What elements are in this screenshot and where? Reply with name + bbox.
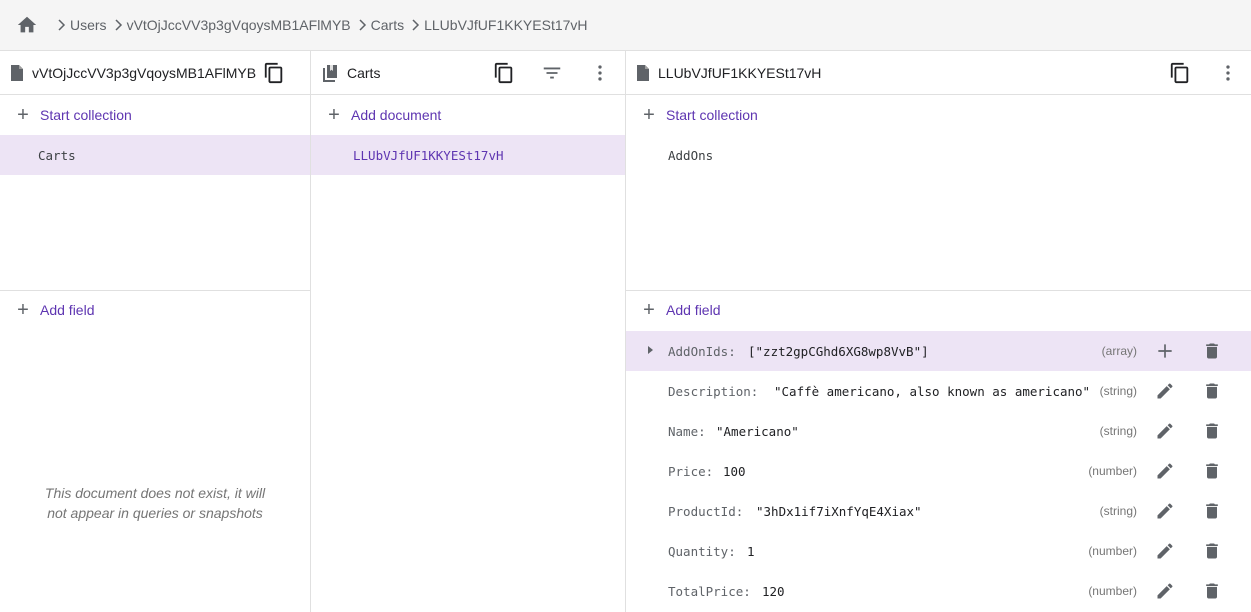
- add-field-button[interactable]: + Add field: [0, 290, 310, 330]
- copy-icon[interactable]: [252, 51, 296, 95]
- field-value: "Caffè americano, also known as american…: [774, 383, 1091, 399]
- copy-icon[interactable]: [1158, 51, 1202, 95]
- start-collection-button[interactable]: + Start collection: [0, 95, 310, 135]
- carts-collection-panel: Carts + Add document LLUbVJfUF1KKYESt17v…: [311, 51, 626, 612]
- field-row-totalprice[interactable]: TotalPrice: 120 (number): [626, 571, 1251, 611]
- breadcrumb-users[interactable]: Users: [70, 17, 107, 33]
- user-document-panel: vVtOjJccVV3p3gVqoysMB1AFlMYB + Start col…: [0, 51, 311, 612]
- collection-item-addons[interactable]: AddOns: [626, 135, 1251, 175]
- field-type: (number): [1088, 544, 1137, 558]
- panel-header: LLUbVJfUF1KKYESt17vH: [626, 51, 1251, 95]
- home-icon[interactable]: [16, 14, 38, 36]
- breadcrumb-user-doc[interactable]: vVtOjJccVV3p3gVqoysMB1AFlMYB: [127, 17, 351, 33]
- chevron-right-icon: [357, 19, 367, 31]
- empty-message-line: This document does not exist, it will: [44, 485, 266, 501]
- field-key: Description:: [668, 383, 759, 399]
- delete-icon[interactable]: [1200, 459, 1224, 483]
- chevron-right-icon: [410, 19, 420, 31]
- edit-icon[interactable]: [1153, 459, 1177, 483]
- add-icon: +: [17, 104, 29, 126]
- delete-icon[interactable]: [1200, 579, 1224, 603]
- empty-document-message: This document does not exist, it will no…: [0, 483, 310, 523]
- field-key: Quantity:: [668, 543, 736, 559]
- document-icon: [10, 64, 24, 82]
- field-value: "3hDx1if7iXnfYqE4Xiax": [756, 503, 922, 519]
- panel-title: vVtOjJccVV3p3gVqoysMB1AFlMYB: [32, 64, 257, 81]
- add-icon: +: [643, 104, 655, 126]
- edit-icon[interactable]: [1153, 379, 1177, 403]
- add-icon: +: [17, 299, 29, 321]
- more-vert-icon[interactable]: [578, 51, 622, 95]
- more-vert-icon[interactable]: [1206, 51, 1250, 95]
- field-value: "Americano": [716, 423, 799, 439]
- chevron-right-icon: [113, 19, 123, 31]
- add-icon: +: [643, 299, 655, 321]
- add-field-label: Add field: [666, 302, 721, 318]
- delete-icon[interactable]: [1200, 419, 1224, 443]
- empty-message-line: not appear in queries or snapshots: [47, 505, 263, 521]
- delete-icon[interactable]: [1200, 379, 1224, 403]
- panel-header: vVtOjJccVV3p3gVqoysMB1AFlMYB: [0, 51, 310, 95]
- start-collection-button[interactable]: + Start collection: [626, 95, 1251, 135]
- panel-title: LLUbVJfUF1KKYESt17vH: [658, 64, 822, 81]
- field-key: ProductId:: [668, 503, 744, 519]
- field-row-productid[interactable]: ProductId: "3hDx1if7iXnfYqE4Xiax" (strin…: [626, 491, 1251, 531]
- chevron-right-icon: [56, 19, 66, 31]
- field-type: (string): [1099, 424, 1137, 438]
- document-item[interactable]: LLUbVJfUF1KKYESt17vH: [311, 135, 625, 175]
- add-document-button[interactable]: + Add document: [311, 95, 625, 135]
- field-key: Price:: [668, 463, 714, 479]
- breadcrumb-carts[interactable]: Carts: [371, 17, 404, 33]
- collection-icon: [321, 64, 339, 82]
- field-row-price[interactable]: Price: 100 (number): [626, 451, 1251, 491]
- field-key: AddOnIds:: [668, 343, 736, 359]
- field-row-description[interactable]: Description: "Caffè americano, also know…: [626, 371, 1251, 411]
- add-icon: +: [328, 104, 340, 126]
- field-key: TotalPrice:: [668, 583, 751, 599]
- field-value: 1: [747, 543, 755, 559]
- add-icon[interactable]: [1153, 339, 1177, 363]
- document-icon: [636, 64, 650, 82]
- field-type: (number): [1088, 584, 1137, 598]
- breadcrumb-cart-doc[interactable]: LLUbVJfUF1KKYESt17vH: [424, 17, 587, 33]
- field-value: ["zzt2gpCGhd6XG8wp8VvB"]: [748, 343, 929, 359]
- field-type: (number): [1088, 464, 1137, 478]
- panel-title: Carts: [347, 64, 381, 81]
- field-row-addonids[interactable]: AddOnIds: ["zzt2gpCGhd6XG8wp8VvB"] (arra…: [626, 331, 1251, 371]
- start-collection-label: Start collection: [40, 107, 132, 123]
- field-type: (array): [1101, 344, 1137, 358]
- collection-item-carts[interactable]: Carts: [0, 135, 310, 175]
- edit-icon[interactable]: [1153, 539, 1177, 563]
- field-type: (string): [1099, 504, 1137, 518]
- field-key: Name:: [668, 423, 706, 439]
- field-row-quantity[interactable]: Quantity: 1 (number): [626, 531, 1251, 571]
- copy-icon[interactable]: [482, 51, 526, 95]
- field-value: 100: [723, 463, 746, 479]
- edit-icon[interactable]: [1153, 499, 1177, 523]
- edit-icon[interactable]: [1153, 419, 1177, 443]
- delete-icon[interactable]: [1200, 539, 1224, 563]
- start-collection-label: Start collection: [666, 107, 758, 123]
- add-document-label: Add document: [351, 107, 442, 123]
- panel-header: Carts: [311, 51, 625, 95]
- field-value: 120: [762, 583, 785, 599]
- breadcrumb: Users vVtOjJccVV3p3gVqoysMB1AFlMYB Carts…: [0, 0, 1251, 51]
- add-field-label: Add field: [40, 302, 95, 318]
- field-type: (string): [1099, 384, 1137, 398]
- add-field-button[interactable]: + Add field: [626, 290, 1251, 330]
- expand-arrow-icon[interactable]: [648, 346, 653, 354]
- delete-icon[interactable]: [1200, 339, 1224, 363]
- filter-icon[interactable]: [530, 51, 574, 95]
- edit-icon[interactable]: [1153, 579, 1177, 603]
- cart-document-panel: LLUbVJfUF1KKYESt17vH + Start collection …: [626, 51, 1251, 612]
- delete-icon[interactable]: [1200, 499, 1224, 523]
- field-row-name[interactable]: Name: "Americano" (string): [626, 411, 1251, 451]
